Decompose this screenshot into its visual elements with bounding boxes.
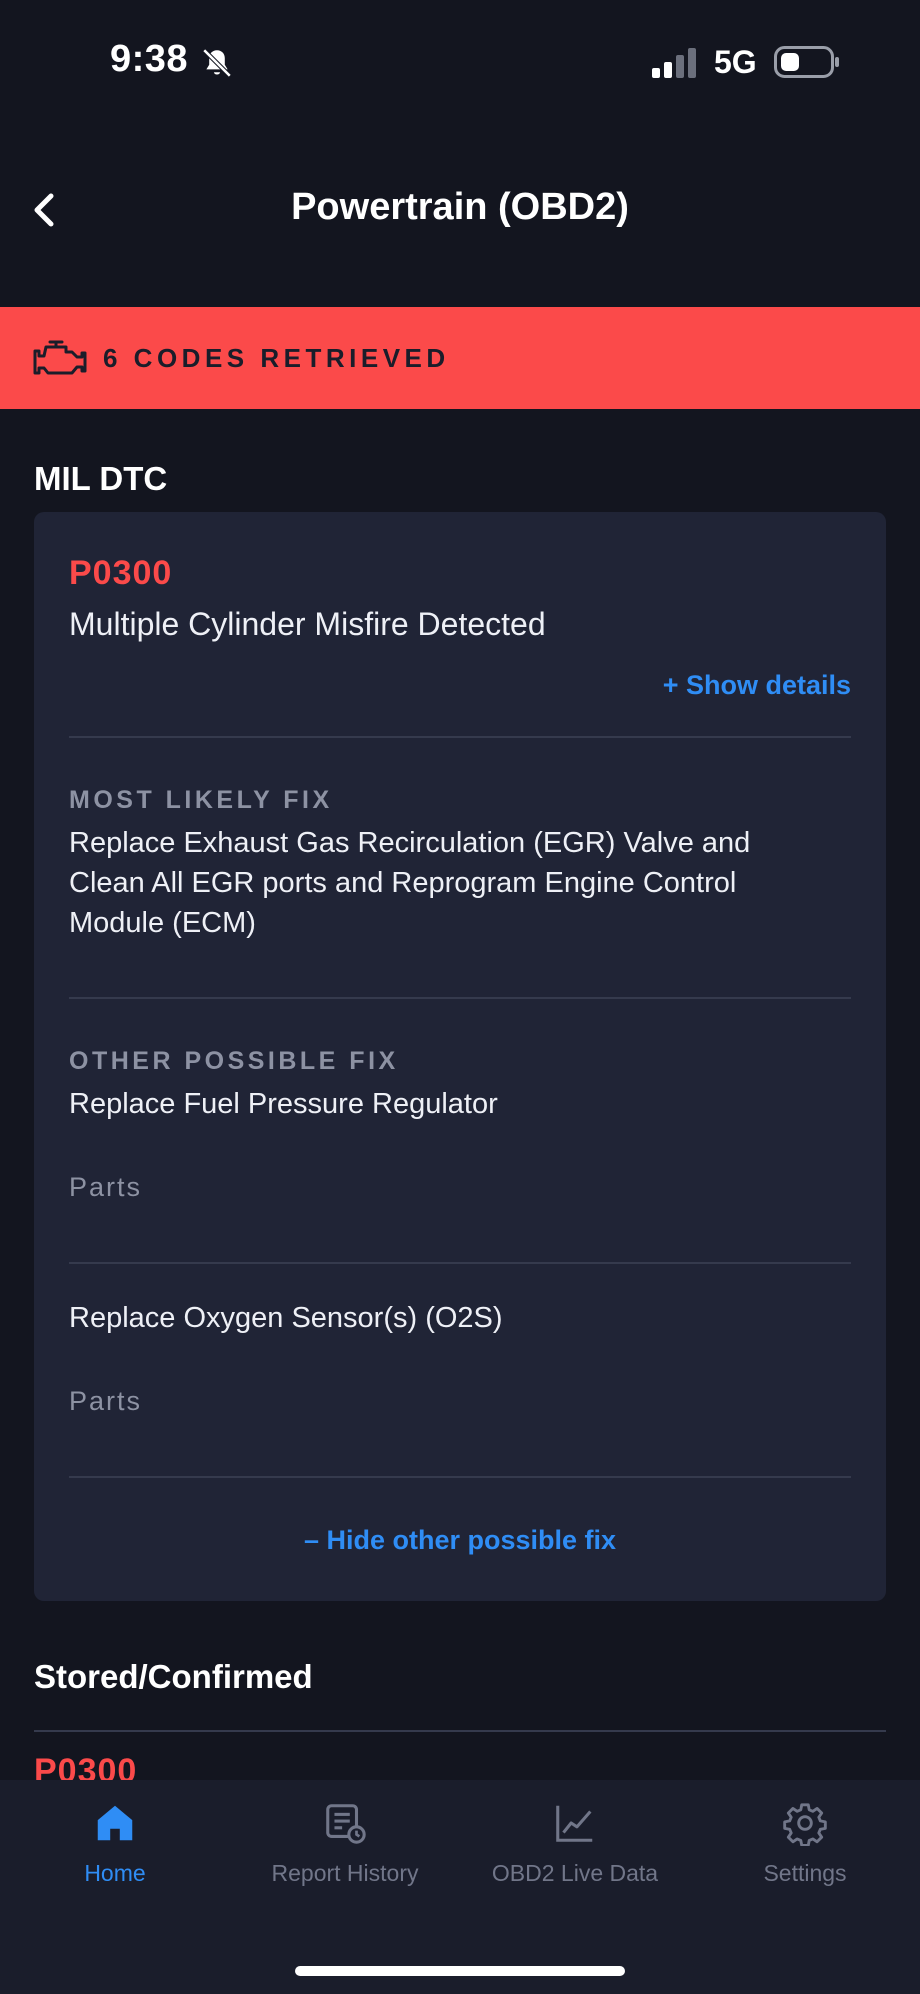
section-title-stored-confirmed: Stored/Confirmed — [34, 1658, 313, 1695]
other-fix-text: Replace Fuel Pressure Regulator — [69, 1088, 498, 1120]
parts-link[interactable]: Parts — [69, 1172, 142, 1203]
tab-obd2-live-data[interactable]: OBD2 Live Data — [460, 1800, 690, 1900]
tab-label: OBD2 Live Data — [491, 1860, 659, 1886]
most-likely-fix-text: Replace Exhaust Gas Recirculation (EGR) … — [69, 827, 751, 939]
divider — [69, 736, 851, 738]
section-title-mil-dtc: MIL DTC — [34, 460, 168, 497]
parts-link[interactable]: Parts — [69, 1386, 142, 1417]
tab-settings[interactable]: Settings — [690, 1800, 920, 1900]
tab-report-history[interactable]: Report History — [230, 1800, 460, 1900]
gear-icon — [783, 1803, 827, 1846]
dtc-description: Multiple Cylinder Misfire Detected — [69, 606, 546, 642]
tab-bar: Home Report History OBD2 Live Data Setti… — [0, 1780, 920, 1994]
tab-label: Settings — [763, 1860, 847, 1886]
hide-other-fix-link[interactable]: – Hide other possible fix — [34, 1525, 886, 1556]
divider — [69, 1476, 851, 1478]
screen: 9:38 5G Powertrain (OBD2) 6 CODES RETRIE… — [0, 0, 920, 1994]
show-details-link[interactable]: + Show details — [663, 670, 851, 701]
status-time: 9:38 — [110, 38, 189, 80]
tab-label: Report History — [271, 1860, 419, 1886]
tab-home[interactable]: Home — [0, 1800, 230, 1900]
codes-retrieved-banner: 6 CODES RETRIEVED — [0, 307, 920, 409]
dtc-card: P0300 Multiple Cylinder Misfire Detected… — [34, 512, 886, 1601]
other-fix-text: Replace Oxygen Sensor(s) (O2S) — [69, 1302, 503, 1334]
status-bar: 9:38 5G — [0, 0, 920, 120]
dtc-code: P0300 — [69, 554, 173, 592]
report-icon — [326, 1804, 366, 1844]
divider — [69, 1262, 851, 1264]
nav-header: Powertrain (OBD2) — [0, 150, 920, 270]
banner-text: 6 CODES RETRIEVED — [103, 343, 450, 373]
tab-label: Home — [84, 1860, 146, 1886]
divider — [34, 1730, 886, 1732]
battery-icon — [774, 46, 839, 78]
page-title: Powertrain (OBD2) — [291, 186, 629, 228]
network-label: 5G — [714, 44, 757, 80]
home-indicator — [295, 1966, 625, 1976]
check-engine-icon — [33, 340, 87, 375]
signal-icon — [652, 48, 696, 78]
chart-icon — [556, 1805, 593, 1842]
home-icon — [97, 1805, 133, 1841]
divider — [69, 997, 851, 999]
bell-muted-icon — [202, 48, 232, 78]
most-likely-fix-label: MOST LIKELY FIX — [69, 786, 333, 814]
other-possible-fix-label: OTHER POSSIBLE FIX — [69, 1047, 399, 1075]
